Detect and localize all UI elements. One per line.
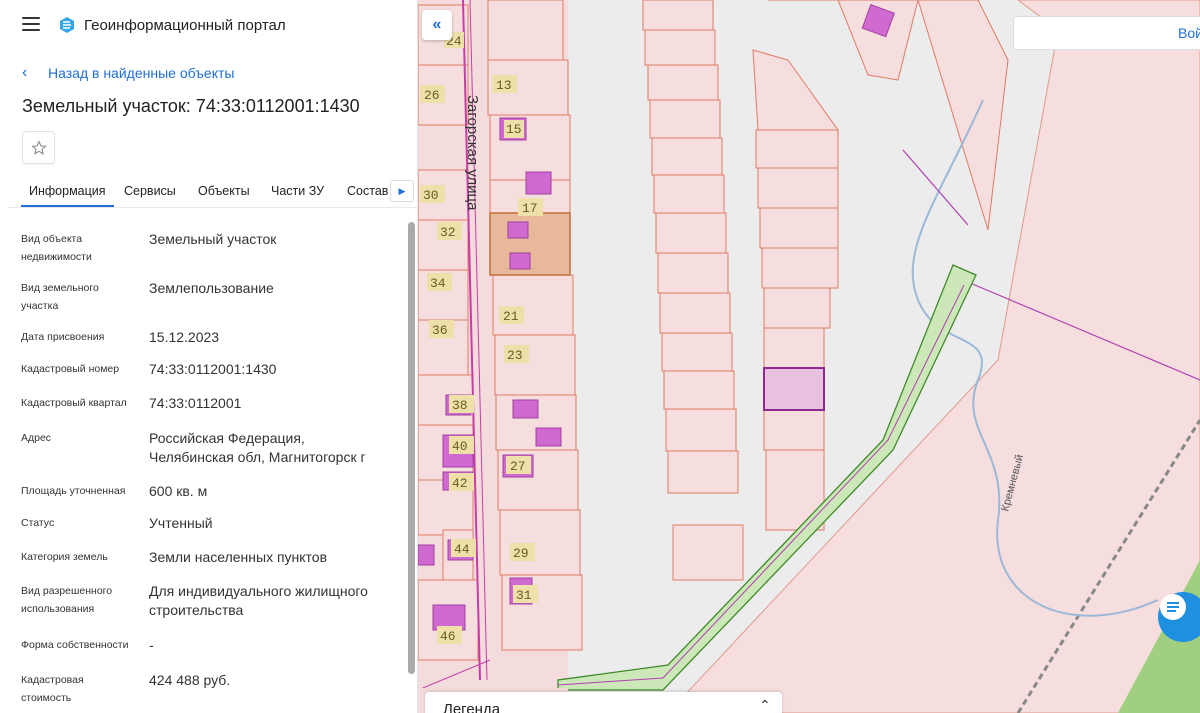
info-panel: Геоинформационный портал ‹ Назад в найде…	[0, 0, 418, 713]
property-label: Вид объекта недвижимости	[21, 233, 92, 263]
chevron-left-icon: ‹	[22, 64, 28, 81]
property-label: Категория земель	[21, 551, 108, 563]
house-number: 40	[452, 439, 468, 454]
chat-button[interactable]	[1158, 592, 1200, 642]
property-value: 74:33:0112001:1430	[149, 361, 277, 377]
property-label: Кадастровый квартал	[21, 397, 127, 409]
map-labels: 24 26 13 15 30 17 32 34 21 36 23 38 40 2…	[420, 32, 1026, 644]
panel-scrollbar[interactable]	[408, 222, 415, 674]
house-number: 26	[424, 88, 440, 103]
star-icon	[30, 139, 47, 155]
house-number: 21	[503, 309, 519, 324]
search-button-label[interactable]: Вой	[1178, 25, 1200, 41]
tab-composition[interactable]: Состав	[339, 176, 396, 207]
house-number: 30	[423, 188, 439, 203]
house-number: 17	[522, 201, 538, 216]
collapse-panel-button[interactable]: «	[422, 10, 452, 40]
property-label: Площадь уточненная	[21, 485, 126, 497]
app-title: Геоинформационный портал	[84, 17, 286, 34]
double-chevron-left-icon: «	[432, 16, 442, 33]
tab-information[interactable]: Информация	[21, 176, 114, 207]
legend-title: Легенда	[443, 701, 501, 713]
property-value: Для индивидуального жилищного строительс…	[149, 583, 368, 618]
property-label: Форма собственности	[21, 639, 129, 651]
property-label: Кадастровая стоимость	[21, 674, 84, 704]
property-label: Дата присвоения	[21, 331, 105, 343]
house-number: 15	[506, 122, 522, 137]
property-value: 15.12.2023	[149, 329, 220, 345]
property-value: 600 кв. м	[149, 483, 208, 499]
property-value: Земли населенных пунктов	[149, 549, 328, 565]
property-value: 424 488 руб.	[149, 672, 231, 688]
search-box[interactable]: Вой	[1013, 16, 1200, 50]
house-number: 44	[454, 542, 470, 557]
house-number: 34	[430, 276, 446, 291]
legend-panel[interactable]: Легенда ⌃	[425, 692, 782, 713]
property-value: Земельный участок	[149, 231, 277, 247]
chevron-up-icon[interactable]: ⌃	[759, 697, 771, 713]
property-label: Вид земельного участка	[21, 282, 99, 312]
street-name-label: Загорская улица	[464, 95, 481, 211]
house-number: 23	[507, 348, 523, 363]
page-title: Земельный участок: 74:33:0112001:1430	[22, 96, 360, 116]
properties-list: Вид объекта недвижимости Земельный участо…	[0, 220, 408, 713]
back-link-label: Назад в найденные объекты	[48, 65, 235, 81]
creek-name-label: Кремневый	[999, 453, 1026, 512]
house-number: 27	[510, 459, 526, 474]
property-value: Землепользование	[149, 280, 274, 296]
portal-logo-icon	[60, 17, 74, 33]
tab-scroll-right-button[interactable]: ▶	[390, 180, 414, 202]
house-number: 32	[440, 225, 456, 240]
tab-objects[interactable]: Объекты	[190, 176, 258, 207]
property-label: Вид разрешенного использования	[21, 585, 113, 615]
map-view[interactable]: 24 26 13 15 30 17 32 34 21 36 23 38 40 2…	[418, 0, 1200, 713]
back-link[interactable]: ‹ Назад в найденные объекты	[22, 63, 234, 83]
house-number: 29	[513, 546, 529, 561]
house-number: 42	[452, 476, 468, 491]
panel-header: Геоинформационный портал	[0, 0, 417, 52]
menu-icon[interactable]	[22, 17, 40, 31]
house-number: 36	[432, 323, 448, 338]
tab-bar: Информация Сервисы Объекты Части ЗУ Сост…	[8, 176, 417, 208]
tab-services[interactable]: Сервисы	[116, 176, 184, 207]
property-value: 74:33:0112001	[149, 395, 242, 411]
chat-icon	[1160, 594, 1186, 620]
house-number: 13	[496, 78, 512, 93]
app-window: Геоинформационный портал ‹ Назад в найде…	[0, 0, 1200, 713]
house-number: 31	[516, 588, 532, 603]
property-value: -	[149, 637, 154, 653]
property-value: Российская Федерация, Челябинская обл, М…	[149, 430, 366, 465]
property-label: Статус	[21, 517, 55, 529]
property-label: Адрес	[21, 432, 52, 444]
tab-parts[interactable]: Части ЗУ	[263, 176, 332, 207]
property-label: Кадастровый номер	[21, 363, 120, 375]
house-number: 46	[440, 629, 456, 644]
house-number: 38	[452, 398, 468, 413]
property-value: Учтенный	[149, 515, 213, 531]
favorite-button[interactable]	[22, 131, 55, 164]
